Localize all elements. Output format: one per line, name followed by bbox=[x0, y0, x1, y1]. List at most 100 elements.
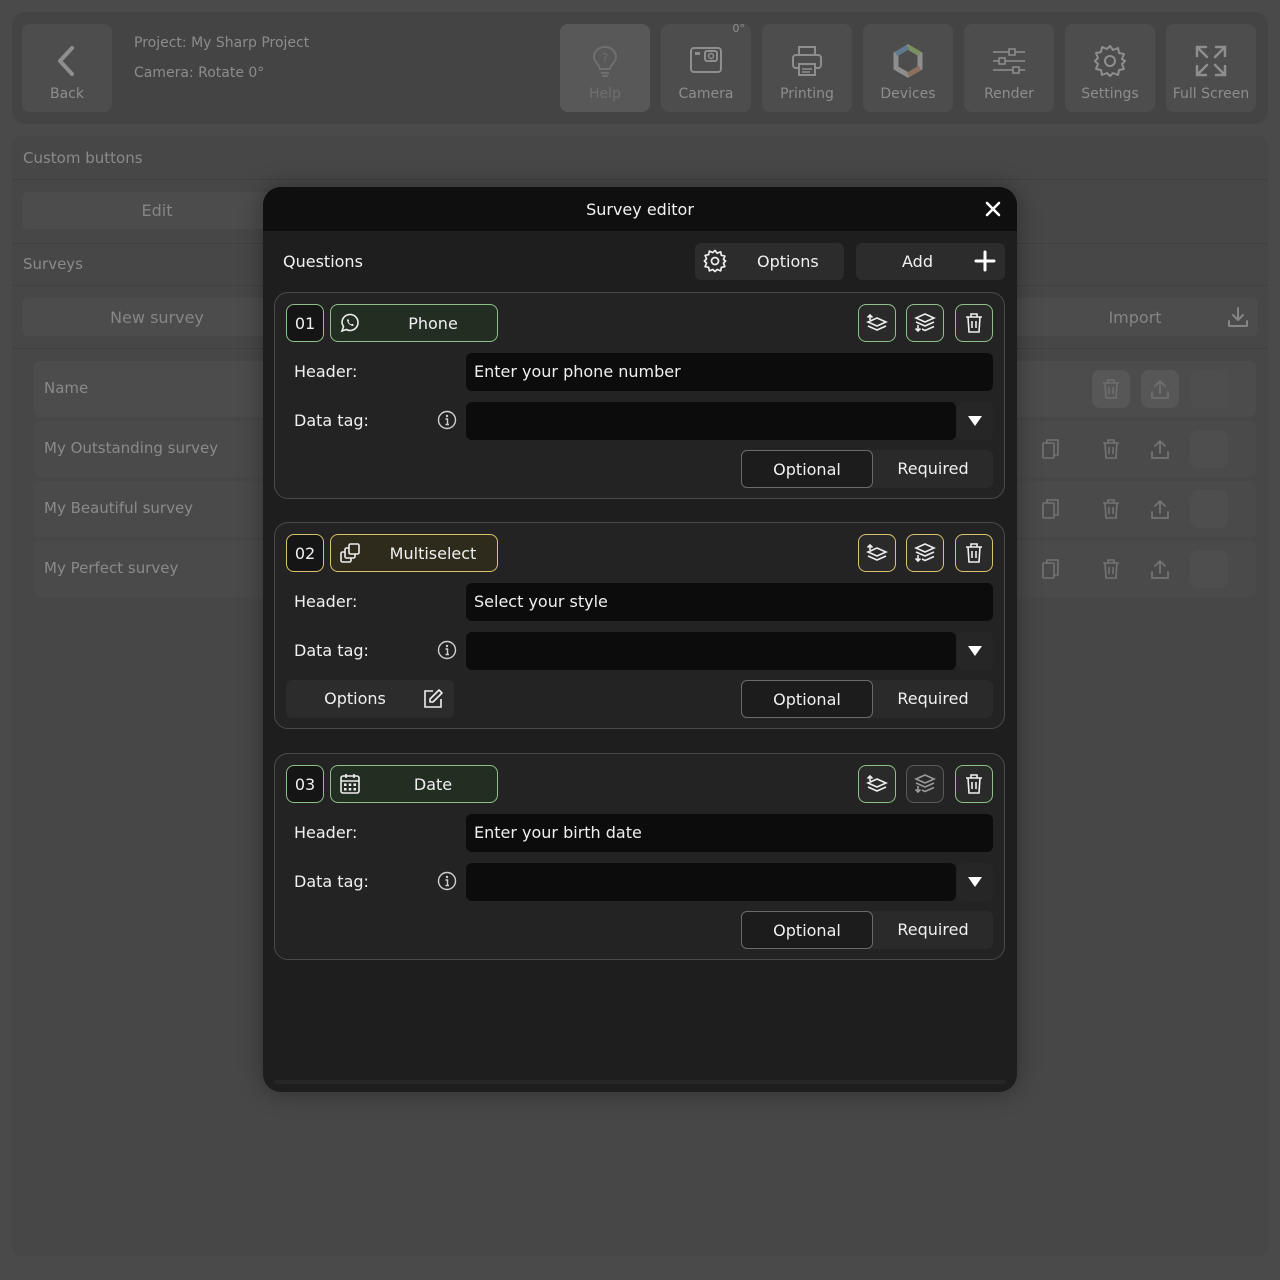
data-tag-dropdown-button[interactable] bbox=[957, 632, 993, 670]
question-type-button[interactable]: Phone bbox=[330, 304, 498, 342]
question-type-label: Multiselect bbox=[389, 544, 477, 563]
trash-icon[interactable] bbox=[1092, 490, 1130, 528]
camera-button[interactable]: 0° Camera bbox=[661, 22, 751, 112]
gear-icon bbox=[1065, 44, 1155, 78]
edit-icon bbox=[422, 688, 444, 710]
fullscreen-label: Full Screen bbox=[1172, 86, 1250, 102]
questions-label: Questions bbox=[283, 252, 363, 271]
dialog-header: Survey editor bbox=[263, 187, 1017, 231]
move-up-button[interactable] bbox=[858, 765, 896, 803]
settings-button[interactable]: Settings bbox=[1065, 24, 1155, 112]
move-down-button[interactable] bbox=[906, 304, 944, 342]
copy-icon[interactable] bbox=[1032, 550, 1070, 588]
printing-button[interactable]: Printing bbox=[762, 24, 852, 112]
export-all-icon[interactable] bbox=[1141, 370, 1179, 408]
export-icon[interactable] bbox=[1141, 430, 1179, 468]
fullscreen-button[interactable]: Full Screen bbox=[1166, 24, 1256, 112]
header-label: Header: bbox=[294, 592, 358, 611]
move-down-button[interactable] bbox=[906, 534, 944, 572]
help-bulb-icon: ? bbox=[560, 44, 650, 78]
devices-icon bbox=[863, 44, 953, 78]
camera-status: Camera: Rotate 0° bbox=[134, 65, 265, 81]
custom-buttons-title: Custom buttons bbox=[23, 149, 143, 167]
optional-toggle[interactable]: Optional bbox=[741, 450, 873, 488]
edit-custom-buttons-button[interactable]: Edit bbox=[22, 192, 292, 229]
question-type-label: Date bbox=[413, 775, 453, 794]
layers-down-icon bbox=[913, 541, 937, 565]
header-input[interactable]: Enter your birth date bbox=[466, 814, 993, 852]
import-survey-button[interactable]: Import bbox=[1012, 298, 1258, 336]
info-icon[interactable] bbox=[437, 410, 457, 430]
camera-label: Camera bbox=[678, 86, 734, 102]
data-tag-dropdown-button[interactable] bbox=[957, 863, 993, 901]
caret-down-icon bbox=[967, 876, 983, 888]
info-icon[interactable] bbox=[437, 640, 457, 660]
data-tag-dropdown-button[interactable] bbox=[957, 402, 993, 440]
optional-toggle[interactable]: Optional bbox=[741, 911, 873, 949]
whatsapp-phone-icon bbox=[338, 311, 362, 335]
export-icon[interactable] bbox=[1141, 490, 1179, 528]
settings-label: Settings bbox=[1081, 86, 1139, 102]
header-input[interactable]: Enter your phone number bbox=[466, 353, 993, 391]
survey-options-button[interactable]: Options bbox=[695, 243, 844, 280]
edit-options-button[interactable]: Options bbox=[286, 680, 454, 718]
caret-down-icon bbox=[967, 415, 983, 427]
status-dot bbox=[1190, 430, 1228, 468]
question-card: 01 Phone Header: Enter your phone number… bbox=[274, 292, 1005, 499]
data-tag-label: Data tag: bbox=[294, 411, 369, 430]
export-icon[interactable] bbox=[1141, 550, 1179, 588]
survey-name: My Beautiful survey bbox=[44, 499, 194, 517]
trash-icon[interactable] bbox=[1092, 430, 1130, 468]
move-up-button[interactable] bbox=[858, 534, 896, 572]
question-number: 02 bbox=[286, 534, 324, 572]
data-tag-select[interactable] bbox=[466, 863, 956, 901]
required-toggle[interactable]: Required bbox=[873, 450, 993, 488]
question-number: 01 bbox=[286, 304, 324, 342]
survey-name: My Outstanding survey bbox=[44, 439, 219, 457]
header-input[interactable]: Select your style bbox=[466, 583, 993, 621]
delete-question-button[interactable] bbox=[955, 765, 993, 803]
layers-up-icon bbox=[865, 311, 889, 335]
data-tag-label: Data tag: bbox=[294, 872, 369, 891]
required-toggle[interactable]: Required bbox=[873, 680, 993, 718]
chevron-left-icon bbox=[22, 44, 112, 78]
back-label: Back bbox=[50, 86, 84, 102]
name-column-header: Name bbox=[44, 379, 89, 397]
survey-editor-dialog: Survey editor Questions Options Add 01 P… bbox=[263, 187, 1017, 1092]
project-info: Project: My Sharp Project Camera: Rotate… bbox=[134, 28, 309, 88]
copy-icon[interactable] bbox=[1032, 430, 1070, 468]
question-type-button[interactable]: Date bbox=[330, 765, 498, 803]
data-tag-select[interactable] bbox=[466, 402, 956, 440]
close-icon bbox=[985, 201, 1001, 217]
printing-label: Printing bbox=[780, 86, 834, 102]
devices-button[interactable]: Devices bbox=[863, 24, 953, 112]
add-question-button[interactable]: Add bbox=[856, 243, 1005, 280]
optional-toggle[interactable]: Optional bbox=[741, 680, 873, 718]
import-label: Import bbox=[1108, 307, 1162, 327]
delete-question-button[interactable] bbox=[955, 304, 993, 342]
camera-icon bbox=[661, 44, 751, 78]
question-type-label: Phone bbox=[408, 314, 458, 333]
data-tag-select[interactable] bbox=[466, 632, 956, 670]
copy-icon[interactable] bbox=[1032, 490, 1070, 528]
info-icon[interactable] bbox=[437, 871, 457, 891]
help-button[interactable]: ? Help bbox=[560, 24, 650, 112]
trash-icon[interactable] bbox=[1092, 550, 1130, 588]
status-dot bbox=[1190, 550, 1228, 588]
close-button[interactable] bbox=[979, 195, 1007, 223]
divider bbox=[12, 179, 1268, 180]
delete-all-icon[interactable] bbox=[1092, 370, 1130, 408]
back-button[interactable]: Back bbox=[22, 24, 112, 112]
render-button[interactable]: Render bbox=[964, 24, 1054, 112]
dialog-title: Survey editor bbox=[586, 200, 694, 219]
layers-down-icon bbox=[913, 311, 937, 335]
delete-question-button[interactable] bbox=[955, 534, 993, 572]
question-type-button[interactable]: Multiselect bbox=[330, 534, 498, 572]
question-card: 03 Date Header: Enter your birth date Da… bbox=[274, 753, 1005, 960]
move-up-button[interactable] bbox=[858, 304, 896, 342]
move-down-button[interactable] bbox=[906, 765, 944, 803]
required-toggle[interactable]: Required bbox=[873, 911, 993, 949]
scrollbar-track[interactable] bbox=[274, 1080, 1006, 1084]
status-dot bbox=[1190, 490, 1228, 528]
new-survey-button[interactable]: New survey bbox=[22, 298, 292, 336]
